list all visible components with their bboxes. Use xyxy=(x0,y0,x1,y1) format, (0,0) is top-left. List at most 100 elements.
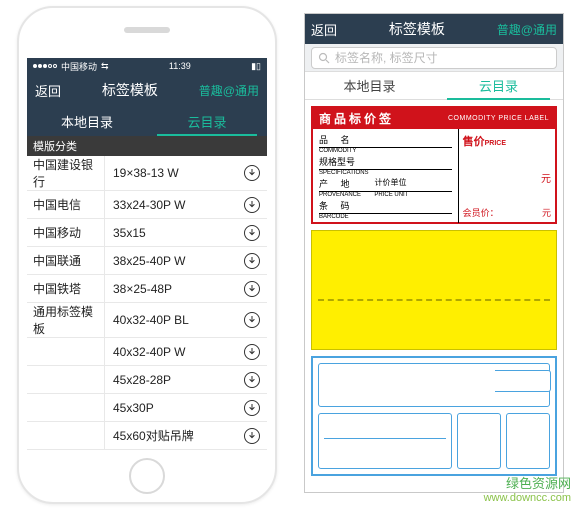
page-title: 标签模板 xyxy=(102,80,158,100)
tab-local[interactable]: 本地目录 xyxy=(27,106,147,136)
category-cell[interactable]: 中国联通 xyxy=(27,247,105,274)
download-button[interactable] xyxy=(237,281,267,297)
category-cell[interactable]: 中国铁塔 xyxy=(27,275,105,302)
right-panel: 返回 标签模板 普趣@通用 标签名称, 标签尺寸 本地目录 云目录 商品标价签 … xyxy=(304,13,564,493)
download-button[interactable] xyxy=(237,253,267,269)
template-preview-red[interactable]: 商品标价签 COMMODITY PRICE LABEL 品 名 COMMODIT… xyxy=(311,106,557,224)
search-placeholder: 标签名称, 标签尺寸 xyxy=(335,49,438,66)
download-button[interactable] xyxy=(237,428,267,444)
red-left-block: 品 名 COMMODITY 规格型号 SPECIFICATIONS 产 地计价单… xyxy=(313,129,458,223)
download-icon xyxy=(244,197,260,213)
nav-bar: 返回 标签模板 普趣@通用 xyxy=(305,14,563,44)
table-row[interactable]: 中国建设银行 19×38-13 W xyxy=(27,156,267,191)
blue-box-bottom-right xyxy=(506,413,550,469)
template-cell[interactable]: 40x32-40P W xyxy=(105,345,237,359)
download-icon xyxy=(244,344,260,360)
download-icon xyxy=(244,281,260,297)
download-icon xyxy=(244,165,260,181)
download-button[interactable] xyxy=(237,197,267,213)
download-button[interactable] xyxy=(237,225,267,241)
tab-row: 本地目录 云目录 xyxy=(305,72,563,100)
phone-speaker xyxy=(124,27,170,33)
download-icon xyxy=(244,428,260,444)
clock: 11:39 xyxy=(169,61,191,71)
tab-cloud-label: 云目录 xyxy=(187,112,226,131)
template-cell[interactable]: 45x28-28P xyxy=(105,373,237,387)
table-row[interactable]: 中国联通 38x25-40P W xyxy=(27,247,267,275)
download-button[interactable] xyxy=(237,312,267,328)
category-cell[interactable]: 通用标签模板 xyxy=(27,303,105,337)
table-row[interactable]: 45x28-28P xyxy=(27,366,267,394)
tab-cloud[interactable]: 云目录 xyxy=(434,72,563,99)
watermark-text: 绿色资源网 xyxy=(484,477,571,492)
download-icon xyxy=(244,372,260,388)
section-header: 模版分类 xyxy=(27,136,267,156)
template-cell[interactable]: 38×25-48P xyxy=(105,282,237,296)
blue-box-bottom-left xyxy=(318,413,452,469)
template-preview-yellow[interactable] xyxy=(311,230,557,350)
category-cell[interactable]: 中国移动 xyxy=(27,219,105,246)
blue-box-tab xyxy=(495,370,551,392)
template-cell[interactable]: 33x24-30P W xyxy=(105,198,237,212)
category-cell xyxy=(27,338,105,365)
nav-bar: 返回 标签模板 普趣@通用 xyxy=(27,74,267,106)
download-icon xyxy=(244,312,260,328)
table-row[interactable]: 45x30P xyxy=(27,394,267,422)
red-label-header: 商品标价签 COMMODITY PRICE LABEL xyxy=(313,108,555,129)
template-cell[interactable]: 45x30P xyxy=(105,401,237,415)
back-button[interactable]: 返回 xyxy=(35,81,61,100)
template-preview-blue[interactable] xyxy=(311,356,557,476)
table-row[interactable]: 中国铁塔 38×25-48P xyxy=(27,275,267,303)
template-cell[interactable]: 19×38-13 W xyxy=(105,166,237,180)
search-bar: 标签名称, 标签尺寸 xyxy=(305,44,563,72)
watermark: 绿色资源网 www.downcc.com xyxy=(484,477,571,505)
table-row[interactable]: 45x60对贴吊牌 xyxy=(27,422,267,450)
download-button[interactable] xyxy=(237,344,267,360)
nav-right-label[interactable]: 普趣@通用 xyxy=(497,21,557,38)
table-row[interactable]: 通用标签模板 40x32-40P BL xyxy=(27,303,267,338)
download-icon xyxy=(244,225,260,241)
table-row[interactable]: 中国电信 33x24-30P W xyxy=(27,191,267,219)
red-right-block: 售价PRICE 元 会员价：元 xyxy=(458,129,555,223)
battery-icon: ▮▯ xyxy=(251,61,261,72)
template-cell[interactable]: 45x60对贴吊牌 xyxy=(105,427,237,444)
tab-cloud-label: 云目录 xyxy=(479,76,518,95)
page-title: 标签模板 xyxy=(389,19,445,39)
tab-local-label: 本地目录 xyxy=(343,76,395,95)
dashed-line xyxy=(318,299,550,301)
tab-row: 本地目录 云目录 xyxy=(27,106,267,136)
template-preview-list[interactable]: 商品标价签 COMMODITY PRICE LABEL 品 名 COMMODIT… xyxy=(305,100,563,482)
category-cell xyxy=(27,394,105,421)
red-title-en: COMMODITY PRICE LABEL xyxy=(448,115,549,122)
download-button[interactable] xyxy=(237,165,267,181)
download-button[interactable] xyxy=(237,400,267,416)
blue-box-bottom-mid xyxy=(457,413,501,469)
category-cell[interactable]: 中国电信 xyxy=(27,191,105,218)
signal-icon xyxy=(33,64,57,68)
phone-screen: 中国移动 ⇆ 11:39 ▮▯ 返回 标签模板 普趣@通用 本地目录 云目录 模… xyxy=(27,58,267,454)
template-cell[interactable]: 40x32-40P BL xyxy=(105,313,237,327)
table-row[interactable]: 40x32-40P W xyxy=(27,338,267,366)
phone-frame: 中国移动 ⇆ 11:39 ▮▯ 返回 标签模板 普趣@通用 本地目录 云目录 模… xyxy=(17,6,277,504)
category-cell xyxy=(27,422,105,449)
red-title-cn: 商品标价签 xyxy=(319,110,394,127)
template-cell[interactable]: 35x15 xyxy=(105,226,237,240)
watermark-url: www.downcc.com xyxy=(484,492,571,505)
home-button[interactable] xyxy=(129,458,165,494)
template-cell[interactable]: 38x25-40P W xyxy=(105,254,237,268)
tab-cloud[interactable]: 云目录 xyxy=(147,106,267,136)
category-cell[interactable]: 中国建设银行 xyxy=(27,156,105,190)
tab-local[interactable]: 本地目录 xyxy=(305,72,434,99)
template-list: 中国建设银行 19×38-13 W 中国电信 33x24-30P W 中国移动 … xyxy=(27,156,267,450)
phone-earpiece-area xyxy=(19,8,275,52)
table-row[interactable]: 中国移动 35x15 xyxy=(27,219,267,247)
blue-box-top xyxy=(318,363,550,407)
download-button[interactable] xyxy=(237,372,267,388)
tab-local-label: 本地目录 xyxy=(61,112,113,131)
download-icon xyxy=(244,253,260,269)
nav-right-label[interactable]: 普趣@通用 xyxy=(199,82,259,99)
search-input[interactable]: 标签名称, 标签尺寸 xyxy=(311,47,557,69)
download-icon xyxy=(244,400,260,416)
back-button[interactable]: 返回 xyxy=(311,20,337,39)
network-icon: ⇆ xyxy=(101,61,109,72)
